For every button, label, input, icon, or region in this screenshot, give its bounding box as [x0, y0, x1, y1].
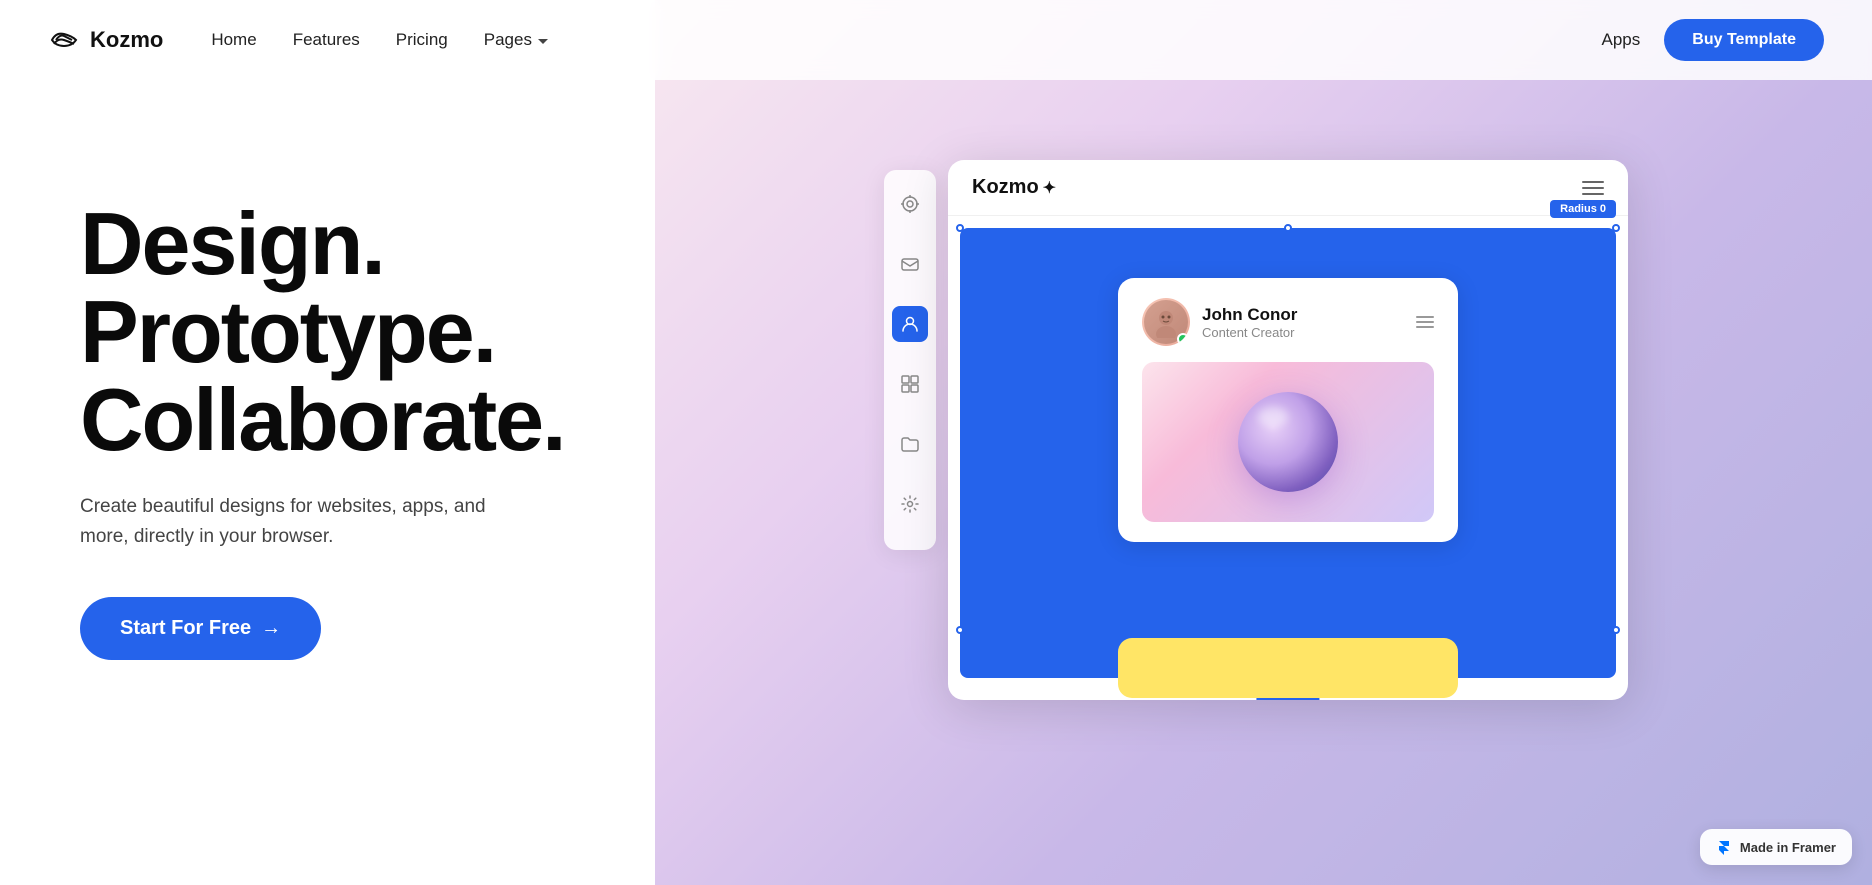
- nav-features[interactable]: Features: [293, 30, 360, 50]
- nav-pages[interactable]: Pages: [484, 30, 548, 50]
- sidebar-mail-icon[interactable]: [892, 246, 928, 282]
- tool-sidebar: [884, 170, 936, 550]
- nav-links: Home Features Pricing Pages: [211, 30, 1601, 50]
- framer-icon: [1716, 839, 1732, 855]
- canvas-logo: Kozmo ✦: [972, 176, 1056, 199]
- card-image: [1142, 362, 1434, 522]
- profile-role: Content Creator: [1202, 325, 1297, 340]
- canvas-top-bar: Kozmo ✦: [948, 160, 1628, 216]
- profile-info: John Conor Content Creator: [1142, 298, 1297, 346]
- start-button-arrow: →: [261, 617, 281, 640]
- profile-name: John Conor: [1202, 305, 1297, 325]
- canvas-menu-icon[interactable]: [1582, 181, 1604, 195]
- mockup-area: Kozmo ✦ Radius 0: [660, 140, 1812, 700]
- hero-section: Design. Prototype. Collaborate. Create b…: [80, 140, 660, 660]
- sidebar-target-icon[interactable]: [892, 186, 928, 222]
- canvas-star-icon: ✦: [1043, 178, 1056, 198]
- framer-badge: Made in Framer: [1700, 829, 1852, 865]
- profile-card-top: John Conor Content Creator: [1142, 298, 1434, 346]
- start-button-label: Start For Free: [120, 617, 251, 640]
- radius-badge: Radius 0: [1550, 200, 1616, 218]
- design-canvas: Kozmo ✦ Radius 0: [948, 160, 1628, 700]
- nav-pricing[interactable]: Pricing: [396, 30, 448, 50]
- logo-icon: [48, 24, 80, 56]
- handle-top-center: [1284, 224, 1292, 232]
- nav-home[interactable]: Home: [211, 30, 256, 50]
- 3d-sphere: [1238, 392, 1338, 492]
- nav-right: Apps Buy Template: [1602, 19, 1824, 61]
- sidebar-grid-icon[interactable]: [892, 366, 928, 402]
- start-for-free-button[interactable]: Start For Free →: [80, 597, 321, 660]
- hero-line2: Prototype.: [80, 282, 495, 381]
- logo[interactable]: Kozmo: [48, 24, 163, 56]
- framer-badge-label: Made in Framer: [1740, 840, 1836, 855]
- card-menu-icon[interactable]: [1416, 316, 1434, 328]
- handle-bottom-right: [1612, 626, 1620, 634]
- canvas-logo-text: Kozmo: [972, 176, 1039, 199]
- hero-line3: Collaborate.: [80, 370, 565, 469]
- handle-top-right: [1612, 224, 1620, 232]
- buy-template-button[interactable]: Buy Template: [1664, 19, 1824, 61]
- handle-top-left: [956, 224, 964, 232]
- sidebar-settings-icon[interactable]: [892, 486, 928, 522]
- avatar: [1142, 298, 1190, 346]
- hero-subtitle: Create beautiful designs for websites, a…: [80, 492, 500, 553]
- sidebar-user-icon[interactable]: [892, 306, 928, 342]
- hero-line1: Design.: [80, 194, 384, 293]
- brand-name: Kozmo: [90, 27, 163, 53]
- online-status-dot: [1177, 333, 1189, 345]
- chevron-down-icon: [538, 39, 548, 44]
- main-content: Design. Prototype. Collaborate. Create b…: [0, 80, 1872, 885]
- canvas-content-area: Radius 0: [960, 228, 1616, 678]
- hero-heading: Design. Prototype. Collaborate.: [80, 200, 660, 464]
- handle-bottom-left: [956, 626, 964, 634]
- yellow-bar: [1118, 638, 1458, 698]
- profile-text: John Conor Content Creator: [1202, 305, 1297, 340]
- profile-card: John Conor Content Creator: [1118, 278, 1458, 542]
- nav-apps[interactable]: Apps: [1602, 30, 1641, 50]
- navigation: Kozmo Home Features Pricing Pages Apps B…: [0, 0, 1872, 80]
- sidebar-folder-icon[interactable]: [892, 426, 928, 462]
